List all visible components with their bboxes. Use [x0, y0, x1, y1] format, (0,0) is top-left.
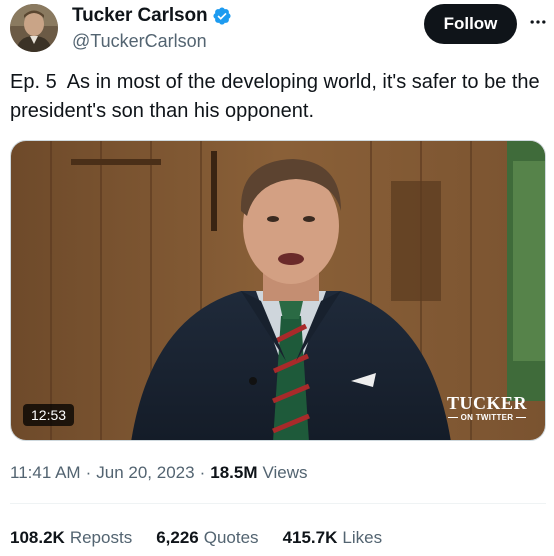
reposts-stat[interactable]: 108.2K Reposts [10, 528, 132, 548]
tweet-date[interactable]: Jun 20, 2023 [96, 463, 194, 483]
likes-count: 415.7K [282, 528, 338, 547]
tweet-header: Tucker Carlson @TuckerCarlson Follow [10, 2, 546, 54]
logo-subtext: ON TWITTER [460, 413, 514, 422]
tweet-time[interactable]: 11:41 AM [10, 463, 81, 483]
quotes-label: Quotes [203, 528, 259, 547]
author-handle[interactable]: @TuckerCarlson [72, 31, 232, 52]
separator-dot: · [85, 463, 92, 482]
views-label: Views [262, 463, 308, 482]
video-player[interactable]: 12:53 TUCKER ON TWITTER [10, 140, 546, 441]
tweet-meta: 11:41 AM · Jun 20, 2023 · 18.5M Views [10, 463, 308, 483]
avatar-image [10, 4, 58, 52]
author-name[interactable]: Tucker Carlson [72, 5, 208, 27]
verified-badge-icon[interactable] [212, 6, 232, 26]
quotes-stat[interactable]: 6,226 Quotes [156, 528, 258, 548]
separator-dot: · [199, 463, 206, 482]
video-duration: 12:53 [23, 404, 75, 426]
engagement-stats: 108.2K Reposts 6,226 Quotes 415.7K Likes [10, 528, 406, 548]
likes-stat[interactable]: 415.7K Likes [283, 528, 383, 548]
more-options-icon[interactable] [524, 8, 552, 36]
follow-button[interactable]: Follow [424, 4, 517, 44]
divider [10, 503, 546, 504]
reposts-count: 108.2K [10, 528, 65, 547]
views-count: 18.5M [210, 463, 258, 482]
tweet-text: Ep. 5 As in most of the developing world… [10, 71, 546, 122]
likes-label: Likes [342, 528, 383, 547]
quotes-count: 6,226 [156, 528, 199, 547]
tucker-on-twitter-logo: TUCKER ON TWITTER [445, 394, 529, 428]
author-info: Tucker Carlson @TuckerCarlson [72, 4, 232, 52]
avatar[interactable] [10, 4, 58, 52]
reposts-label: Reposts [69, 528, 133, 547]
logo-text: TUCKER [446, 393, 527, 413]
